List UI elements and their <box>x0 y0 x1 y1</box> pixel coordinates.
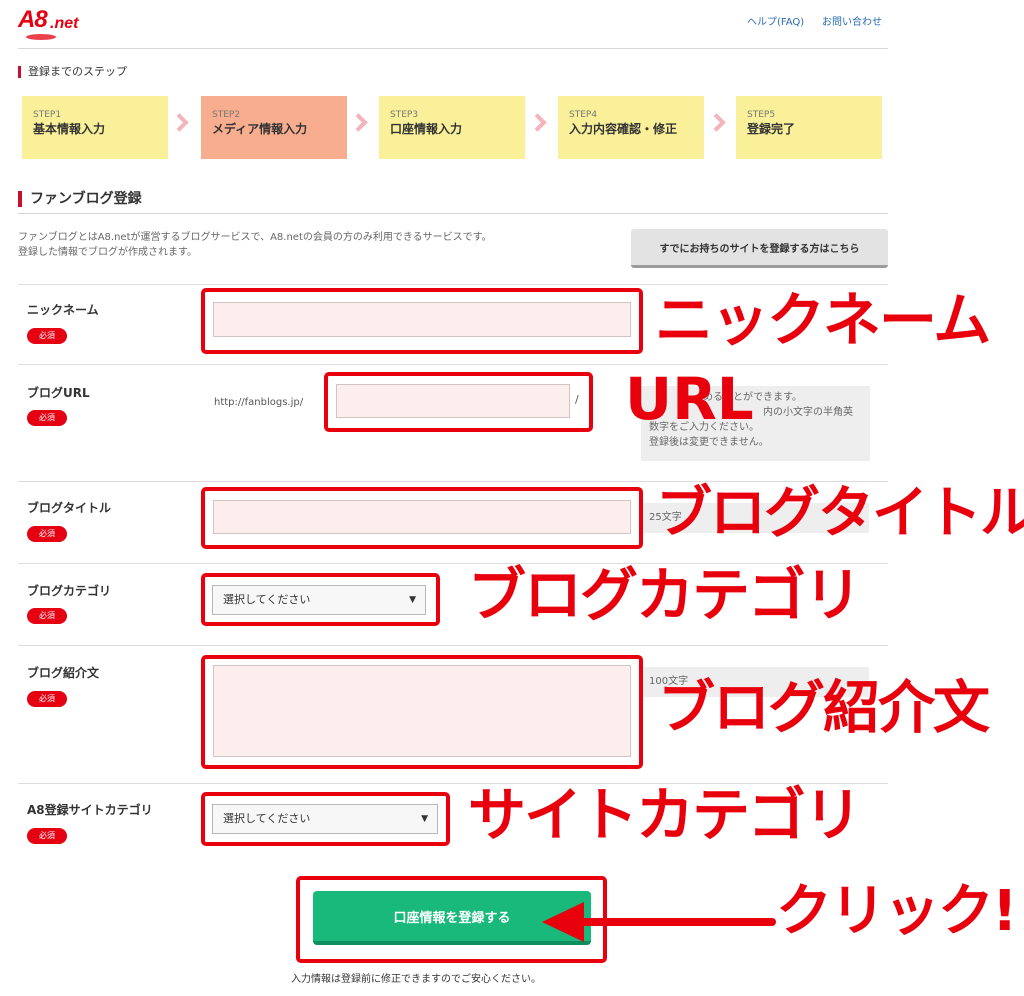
row-divider <box>18 645 888 646</box>
section-description-line2: 登録した情報でブログが作成されます。 <box>18 247 197 258</box>
logo-swoosh <box>26 34 56 40</box>
section-title: ファンブログ登録 <box>18 191 142 207</box>
step-3: STEP3 口座情報入力 <box>379 96 525 159</box>
highlight-site-category <box>201 792 450 846</box>
annotation-nickname: ニックネーム <box>655 286 991 354</box>
blog-url-prefix: http://fanblogs.jp/ <box>214 397 304 408</box>
step-arrow-icon <box>349 113 368 132</box>
step-arrow-icon <box>707 113 726 132</box>
annotation-url: URL <box>625 365 754 433</box>
step-label: 口座情報入力 <box>390 122 463 136</box>
annotation-blog-intro: ブログ紹介文 <box>658 675 990 741</box>
step-label: 基本情報入力 <box>33 122 106 136</box>
step-1: STEP1 基本情報入力 <box>22 96 168 159</box>
section-divider <box>18 213 888 214</box>
steps-heading: 登録までのステップ <box>18 66 127 78</box>
required-badge: 必須 <box>27 608 67 624</box>
step-2-current: STEP2 メディア情報入力 <box>201 96 347 159</box>
highlight-blog-intro <box>201 655 643 769</box>
blog-category-label: ブログカテゴリ <box>27 584 112 598</box>
step-label: 登録完了 <box>747 122 796 136</box>
step-label: 入力内容確認・修正 <box>569 122 678 136</box>
step-number: STEP5 <box>747 110 776 120</box>
required-badge: 必須 <box>27 328 67 344</box>
row-divider <box>18 364 888 365</box>
submit-note: 入力情報は登録前に修正できますのでご安心ください。 <box>291 974 541 985</box>
hint-line: 登録後は変更できません。 <box>649 437 769 448</box>
annotation-site-category: サイトカテゴリ <box>468 781 862 849</box>
required-badge: 必須 <box>27 526 67 542</box>
highlight-blog-url <box>324 372 593 432</box>
section-description-line1: ファンブログとはA8.netが運営するブログサービスで、A8.netの会員の方の… <box>18 232 492 243</box>
blog-intro-label: ブログ紹介文 <box>27 666 100 680</box>
contact-link[interactable]: お問い合わせ <box>822 13 882 28</box>
required-badge: 必須 <box>27 691 67 707</box>
step-label: メディア情報入力 <box>212 122 308 136</box>
row-divider <box>18 284 888 285</box>
step-number: STEP1 <box>33 110 62 120</box>
logo-suffix: .net <box>50 15 79 32</box>
help-faq-link[interactable]: ヘルプ(FAQ) <box>747 13 804 28</box>
required-badge: 必須 <box>27 828 67 844</box>
site-category-label: A8登録サイトカテゴリ <box>27 803 153 817</box>
annotation-click: クリック! <box>776 879 1018 944</box>
step-number: STEP3 <box>390 110 419 120</box>
blog-title-label: ブログタイトル <box>27 501 112 515</box>
nickname-label: ニックネーム <box>27 303 99 317</box>
logo-mark: A8 <box>18 6 48 33</box>
highlight-blog-category <box>201 573 440 626</box>
step-number: STEP4 <box>569 110 598 120</box>
step-arrow-icon <box>170 113 189 132</box>
annotation-blog-category: ブログカテゴリ <box>468 561 862 629</box>
annotation-blog-title: ブログタイトル <box>656 481 1024 546</box>
click-arrow-icon <box>542 902 776 942</box>
highlight-nickname <box>201 288 643 354</box>
step-5: STEP5 登録完了 <box>736 96 882 159</box>
required-badge: 必須 <box>27 410 67 426</box>
step-arrow-icon <box>528 113 547 132</box>
step-number: STEP2 <box>212 110 241 120</box>
blog-url-label: ブログURL <box>27 386 90 400</box>
highlight-blog-title <box>201 487 643 549</box>
register-existing-site-button[interactable]: すでにお持ちのサイトを登録する方はこちら <box>631 229 888 268</box>
header-divider <box>18 48 888 49</box>
a8net-logo[interactable]: A8 .net <box>18 6 94 42</box>
step-4: STEP4 入力内容確認・修正 <box>558 96 704 159</box>
